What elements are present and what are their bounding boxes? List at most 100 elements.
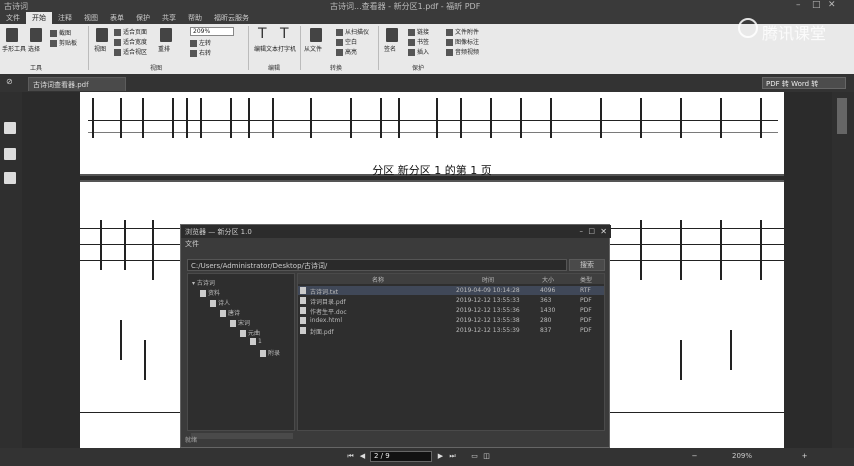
highlight-label: 高亮 xyxy=(345,49,358,56)
app-name: 古诗词 xyxy=(4,2,28,11)
file-row[interactable]: 诗词目录.pdf 2019-12-12 13:55:33 363 PDF xyxy=(298,296,604,306)
two-page-view-icon[interactable]: ◫ xyxy=(482,452,491,461)
dialog-status: 就绪 xyxy=(185,437,198,444)
dialog-menu: 文件 xyxy=(185,239,605,249)
single-page-view-icon[interactable]: ▭ xyxy=(470,452,479,461)
document-tab-bar: ⊘ 古诗词查看器.pdf PDF 转 Word 转 xyxy=(0,74,854,92)
bookmark-icon xyxy=(408,39,415,46)
vertical-scrollbar[interactable] xyxy=(832,92,854,448)
prev-page-icon[interactable]: ◀ xyxy=(358,452,367,461)
highlight-button[interactable]: 高亮 xyxy=(336,47,357,56)
tree-node[interactable]: 诗人 xyxy=(210,298,230,307)
zoom-in-icon[interactable]: + xyxy=(800,452,809,461)
view-icon[interactable] xyxy=(96,28,108,42)
menu-help[interactable]: 帮助 xyxy=(182,12,208,24)
tree-node-label: 1 xyxy=(258,338,262,345)
scrollbar-thumb[interactable] xyxy=(837,98,847,134)
menu-form[interactable]: 表单 xyxy=(104,12,130,24)
folder-icon xyxy=(220,310,226,317)
group-label-convert: 转换 xyxy=(330,65,343,72)
dialog-maximize-icon[interactable]: □ xyxy=(588,227,595,235)
bookmark-button[interactable]: 书签 xyxy=(408,37,429,46)
column-name[interactable]: 名称 xyxy=(372,275,384,284)
insert-button[interactable]: 插入 xyxy=(408,47,429,56)
document-tab[interactable]: 古诗词查看器.pdf xyxy=(28,77,126,91)
rotate-left-button[interactable]: 左转 xyxy=(190,38,211,47)
rotate-left-icon xyxy=(190,40,197,47)
menu-home[interactable]: 开始 xyxy=(26,12,52,24)
zoom-select[interactable]: 209% xyxy=(190,27,234,36)
dialog-menu-file[interactable]: 文件 xyxy=(185,240,199,248)
view-label: 视图 xyxy=(94,46,107,53)
comments-panel-icon[interactable] xyxy=(4,172,16,184)
group-label-protect: 保护 xyxy=(412,65,425,72)
tree-node[interactable]: ▾ 古诗词 xyxy=(192,278,215,287)
bookmarks-panel-icon[interactable] xyxy=(4,148,16,160)
tree-node[interactable]: 宋词 xyxy=(230,318,250,327)
fit-width-button[interactable]: 适合宽度 xyxy=(114,37,147,46)
tree-horizontal-scrollbar[interactable] xyxy=(191,433,293,439)
typewriter-label: 打字机 xyxy=(278,46,297,53)
insert-icon xyxy=(408,49,415,56)
blank-button[interactable]: 空白 xyxy=(336,37,357,46)
edit-text-icon[interactable]: T xyxy=(258,26,267,42)
last-page-icon[interactable]: ⏭ xyxy=(448,452,457,461)
file-date: 2019-12-12 13:55:36 xyxy=(456,307,520,314)
menu-share[interactable]: 共享 xyxy=(156,12,182,24)
hand-tool-icon[interactable] xyxy=(6,28,18,42)
reflow-icon[interactable] xyxy=(160,28,172,42)
close-window-icon[interactable]: ✕ xyxy=(828,0,836,10)
menu-view[interactable]: 视图 xyxy=(78,12,104,24)
clipboard-button[interactable]: 剪贴板 xyxy=(50,38,77,47)
column-size[interactable]: 大小 xyxy=(542,275,554,284)
tree-node[interactable]: 唐诗 xyxy=(220,308,240,317)
first-page-icon[interactable]: ⏮ xyxy=(346,452,355,461)
search-button[interactable]: 搜索 xyxy=(569,259,605,271)
audio-video-button[interactable]: 音频视频 xyxy=(446,47,479,56)
snapshot-button[interactable]: 截图 xyxy=(50,28,71,37)
minimize-window-icon[interactable]: – xyxy=(796,0,801,10)
image-annot-button[interactable]: 图像标注 xyxy=(446,37,479,46)
file-date: 2019-04-09 10:14:28 xyxy=(456,287,520,294)
file-row[interactable]: 古诗词.txt 2019-04-09 10:14:28 4096 RTF xyxy=(298,286,604,296)
dialog-minimize-icon[interactable]: – xyxy=(580,227,584,235)
sign-label: 签名 xyxy=(384,46,397,53)
tree-node[interactable]: 附录 xyxy=(260,348,280,357)
pdf-page-1: 分区 新分区 1 的第 1 页 xyxy=(80,92,784,177)
column-date[interactable]: 时间 xyxy=(482,275,494,284)
file-type: PDF xyxy=(580,327,592,334)
typewriter-icon[interactable]: T xyxy=(280,26,289,42)
menu-file[interactable]: 文件 xyxy=(0,12,26,24)
rotate-right-button[interactable]: 右转 xyxy=(190,48,211,57)
tree-node[interactable]: 1 xyxy=(250,338,262,345)
maximize-window-icon[interactable]: □ xyxy=(812,0,821,10)
file-attach-button[interactable]: 文件附件 xyxy=(446,27,479,36)
tab-menu-icon[interactable]: ⊘ xyxy=(6,77,13,86)
dialog-title-bar: 浏览器 — 新分区 1.0 – □ ✕ xyxy=(181,225,611,238)
file-row[interactable]: index.html 2019-12-12 13:55:38 280 PDF xyxy=(298,316,604,325)
edit-text-label: 编辑文本 xyxy=(254,46,279,53)
next-page-icon[interactable]: ▶ xyxy=(436,452,445,461)
tree-node[interactable]: 元曲 xyxy=(240,328,260,337)
column-type[interactable]: 类型 xyxy=(580,275,592,284)
path-text: C:/Users/Administrator/Desktop/古诗词/ xyxy=(191,262,328,270)
pages-panel-icon[interactable] xyxy=(4,122,16,134)
file-row[interactable]: 封面.pdf 2019-12-12 13:55:39 837 PDF xyxy=(298,326,604,336)
file-row[interactable]: 作者生平.doc 2019-12-12 13:55:36 1430 PDF xyxy=(298,306,604,316)
menu-protect[interactable]: 保护 xyxy=(130,12,156,24)
page-number-input[interactable]: 2 / 9 xyxy=(370,451,432,462)
zoom-out-icon[interactable]: − xyxy=(690,452,699,461)
pdf-convert-badge[interactable]: PDF 转 Word 转 xyxy=(762,77,846,89)
dialog-close-icon[interactable]: ✕ xyxy=(600,227,607,236)
sign-icon[interactable] xyxy=(386,28,398,42)
menu-cloud[interactable]: 福昕云服务 xyxy=(208,12,255,24)
fit-page-button[interactable]: 适合页面 xyxy=(114,27,147,36)
link-button[interactable]: 链接 xyxy=(408,27,429,36)
from-scanner-button[interactable]: 从扫描仪 xyxy=(336,27,369,36)
tree-node[interactable]: 资料 xyxy=(200,288,220,297)
menu-comment[interactable]: 注释 xyxy=(52,12,78,24)
path-input[interactable]: C:/Users/Administrator/Desktop/古诗词/ xyxy=(187,259,567,271)
from-file-icon[interactable] xyxy=(310,28,322,42)
select-tool-icon[interactable] xyxy=(30,28,42,42)
fit-visible-button[interactable]: 适合视区 xyxy=(114,47,147,56)
